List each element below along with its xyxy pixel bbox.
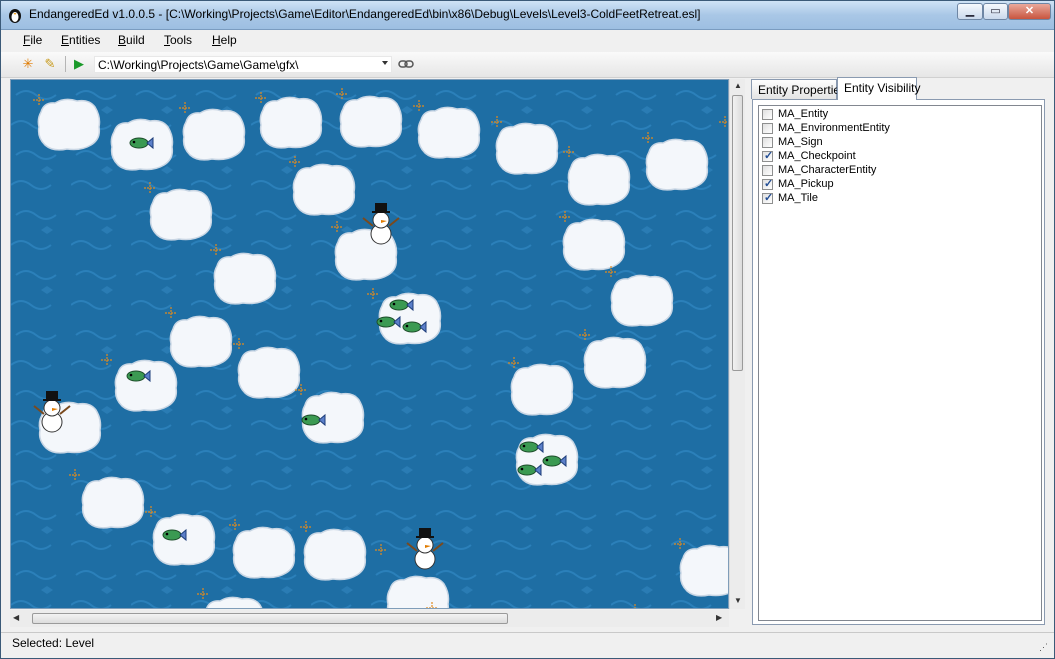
- penguin-app-icon: [9, 9, 21, 23]
- ice-floe-tile[interactable]: [339, 95, 403, 148]
- ice-floe-tile[interactable]: [232, 526, 296, 579]
- close-icon: ✕: [1024, 5, 1035, 17]
- check-icon: ✓: [764, 178, 774, 190]
- ice-floe-tile[interactable]: [679, 544, 729, 597]
- window-title: EndangeredEd v1.0.0.5 - [C:\Working\Proj…: [29, 7, 701, 21]
- gfx-path-combo[interactable]: C:\Working\Projects\Game\Game\gfx\: [94, 56, 392, 73]
- ice-floe-tile[interactable]: [495, 122, 559, 175]
- vertical-scroll-thumb[interactable]: [732, 95, 743, 371]
- maximize-icon: ▭: [990, 5, 1001, 17]
- ice-floe-tile[interactable]: [152, 513, 216, 566]
- ice-floe-tile[interactable]: [645, 138, 709, 191]
- title-bar[interactable]: EndangeredEd v1.0.0.5 - [C:\Working\Proj…: [1, 1, 1054, 30]
- ice-floe-tile[interactable]: [81, 476, 145, 529]
- link-icon[interactable]: [398, 58, 414, 70]
- ice-floe-tile[interactable]: [237, 346, 301, 399]
- ice-floe-tile[interactable]: [259, 96, 323, 149]
- visibility-checkbox[interactable]: [762, 123, 773, 134]
- horizontal-scroll-thumb[interactable]: [32, 613, 508, 624]
- visibility-label: MA_Sign: [778, 136, 823, 148]
- visibility-label: MA_Tile: [778, 192, 818, 204]
- menu-bar: File Entities Build Tools Help: [1, 30, 1054, 52]
- ice-floe-tile[interactable]: [292, 163, 356, 216]
- scroll-up-icon[interactable]: ▲: [734, 81, 742, 90]
- visibility-checkbox[interactable]: [762, 165, 773, 176]
- sparkle-icon[interactable]: ✳: [20, 56, 36, 72]
- menu-file[interactable]: File: [23, 33, 42, 47]
- ice-floe-tile[interactable]: [169, 315, 233, 368]
- maximize-button[interactable]: ▭: [983, 3, 1008, 20]
- visibility-checkbox[interactable]: [762, 109, 773, 120]
- ice-floe-tile[interactable]: [386, 575, 450, 609]
- pencil-icon[interactable]: ✎: [42, 56, 58, 72]
- toolbar-separator: [65, 56, 66, 72]
- minimize-button[interactable]: ▁: [957, 3, 983, 20]
- visibility-checkbox[interactable]: ✓: [762, 178, 774, 190]
- ice-floe-tile[interactable]: [510, 363, 574, 416]
- level-canvas[interactable]: [10, 79, 729, 609]
- ice-floe-tile[interactable]: [303, 528, 367, 581]
- menu-entities[interactable]: Entities: [61, 33, 100, 47]
- ice-floe-tile[interactable]: [583, 336, 647, 389]
- visibility-label: MA_Entity: [778, 108, 829, 120]
- menu-tools[interactable]: Tools: [164, 33, 192, 47]
- gfx-path-value: C:\Working\Projects\Game\Game\gfx\: [98, 58, 299, 72]
- ice-floe-tile[interactable]: [37, 98, 101, 151]
- menu-build[interactable]: Build: [118, 33, 145, 47]
- minimize-icon: ▁: [965, 5, 975, 17]
- visibility-list: MA_Entity MA_EnvironmentEntity MA_Sign ✓ MA_…: [758, 105, 1042, 621]
- run-icon[interactable]: ▶: [71, 56, 87, 72]
- chevron-down-icon[interactable]: [382, 61, 388, 65]
- ice-floe-tile[interactable]: [149, 188, 213, 241]
- status-text: Selected: Level: [12, 636, 95, 650]
- tab-entity-visibility[interactable]: Entity Visibility: [837, 77, 920, 100]
- tab-entity-properties[interactable]: Entity Properties: [751, 79, 846, 99]
- scroll-down-icon[interactable]: ▼: [734, 596, 742, 605]
- toolbar: ✳ ✎ ▶ C:\Working\Projects\Game\Game\gfx\: [1, 52, 1054, 78]
- visibility-checkbox[interactable]: ✓: [762, 192, 774, 204]
- scroll-left-icon[interactable]: ◀: [13, 613, 19, 622]
- ice-floe-tile[interactable]: [114, 359, 178, 412]
- close-button[interactable]: ✕: [1008, 3, 1051, 20]
- vertical-scrollbar[interactable]: ▲ ▼: [729, 79, 745, 609]
- ice-floe-tile[interactable]: [567, 153, 631, 206]
- right-panel: Entity Properties Entity Visibility MA_E…: [749, 77, 1049, 629]
- visibility-label: MA_Checkpoint: [778, 150, 856, 162]
- ice-floe-tile[interactable]: [417, 106, 481, 159]
- visibility-checkbox[interactable]: [762, 137, 773, 148]
- check-icon: ✓: [764, 192, 774, 204]
- horizontal-scrollbar[interactable]: ◀ ▶: [10, 610, 729, 627]
- level-view[interactable]: [11, 80, 729, 609]
- ice-floe-tile[interactable]: [562, 218, 626, 271]
- ice-floe-tile[interactable]: [213, 252, 277, 305]
- visibility-checkbox[interactable]: ✓: [762, 150, 774, 162]
- resize-grip-icon[interactable]: ⋰: [1039, 642, 1048, 653]
- entity-visibility-pane: MA_Entity MA_EnvironmentEntity MA_Sign ✓ MA_…: [752, 99, 1045, 625]
- menu-help[interactable]: Help: [212, 33, 237, 47]
- ice-floe-tile[interactable]: [610, 274, 674, 327]
- visibility-label: MA_EnvironmentEntity: [778, 122, 890, 134]
- check-icon: ✓: [764, 150, 774, 162]
- scroll-right-icon[interactable]: ▶: [716, 613, 722, 622]
- status-bar: Selected: Level ⋰: [1, 632, 1054, 658]
- visibility-label: MA_CharacterEntity: [778, 164, 877, 176]
- visibility-label: MA_Pickup: [778, 178, 834, 190]
- ice-floe-tile[interactable]: [182, 108, 246, 161]
- editor-window: EndangeredEd v1.0.0.5 - [C:\Working\Proj…: [0, 0, 1055, 659]
